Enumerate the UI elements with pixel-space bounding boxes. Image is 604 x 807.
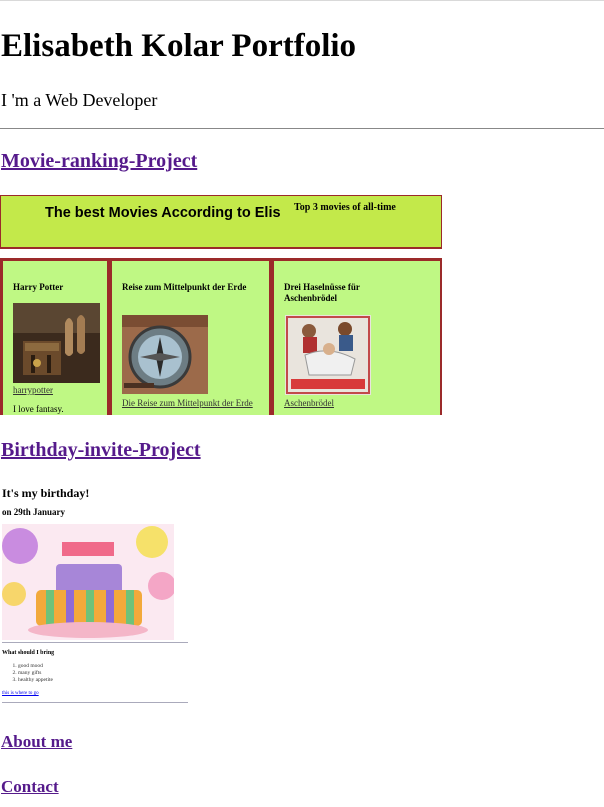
movie-preview-title: The best Movies According to Elis xyxy=(45,205,281,221)
movie-card-title: Harry Potter xyxy=(13,282,64,292)
birthday-divider xyxy=(2,642,188,643)
birthday-heading: It's my birthday! xyxy=(2,486,90,500)
harry-potter-image xyxy=(13,303,100,383)
birthday-question: What should I bring xyxy=(2,650,55,656)
movie-preview-header: The best Movies According to Elis Top 3 … xyxy=(0,195,442,249)
birthday-bring-list: good mood many gifts healthy appetite xyxy=(10,663,53,684)
birthday-cake-image xyxy=(2,524,174,640)
movie-card-aschenbroedel: Drei Haselnüsse für Aschenbrödel Aschenb… xyxy=(274,261,440,415)
header-divider xyxy=(0,128,604,129)
birthday-date: on 29th January xyxy=(2,507,66,517)
movie-card-harry-potter: Harry Potter harrypotter I love fantasy. xyxy=(3,261,107,415)
movie-project-preview[interactable]: The best Movies According to Elis Top 3 … xyxy=(0,195,442,415)
movie-card-title: Drei Haselnüsse für Aschenbrödel xyxy=(284,282,360,303)
about-link[interactable]: About me xyxy=(1,732,72,751)
movie-card-reise: Reise zum Mittelpunkt der Erde Die Reise… xyxy=(112,261,269,415)
birthday-project-heading: Birthday-invite-Project xyxy=(1,438,201,462)
contact-heading: Contact xyxy=(1,775,59,799)
aschenbroedel-image xyxy=(285,315,371,395)
movie-card-title: Reise zum Mittelpunkt der Erde xyxy=(122,282,247,292)
page-title: Elisabeth Kolar Portfolio xyxy=(1,28,357,64)
birthday-project-link[interactable]: Birthday-invite-Project xyxy=(1,439,201,461)
page-subtitle: I 'm a Web Developer xyxy=(1,90,158,110)
reise-image xyxy=(122,315,208,394)
movie-card-text: I love fantasy. xyxy=(13,404,64,414)
movie-preview-sup: Top 3 movies of all-time xyxy=(294,202,396,213)
list-item: many gifts xyxy=(18,670,53,677)
movie-cards: Harry Potter harrypotter I love fantasy.… xyxy=(0,258,442,415)
birthday-bottom-divider xyxy=(2,702,188,703)
list-item: healthy appetite xyxy=(18,677,53,684)
about-heading: About me xyxy=(1,730,72,754)
top-divider xyxy=(0,0,604,1)
birthday-location-link[interactable]: this is where to go xyxy=(2,691,39,696)
movie-project-heading: Movie-ranking-Project xyxy=(1,149,197,173)
movie-card-caption[interactable]: harrypotter xyxy=(13,385,53,395)
movie-card-caption[interactable]: Die Reise zum Mittelpunkt der Erde xyxy=(122,398,253,408)
list-item: good mood xyxy=(18,663,53,670)
movie-project-link[interactable]: Movie-ranking-Project xyxy=(1,150,197,172)
contact-link[interactable]: Contact xyxy=(1,777,59,796)
movie-card-caption[interactable]: Aschenbrödel xyxy=(284,398,334,408)
